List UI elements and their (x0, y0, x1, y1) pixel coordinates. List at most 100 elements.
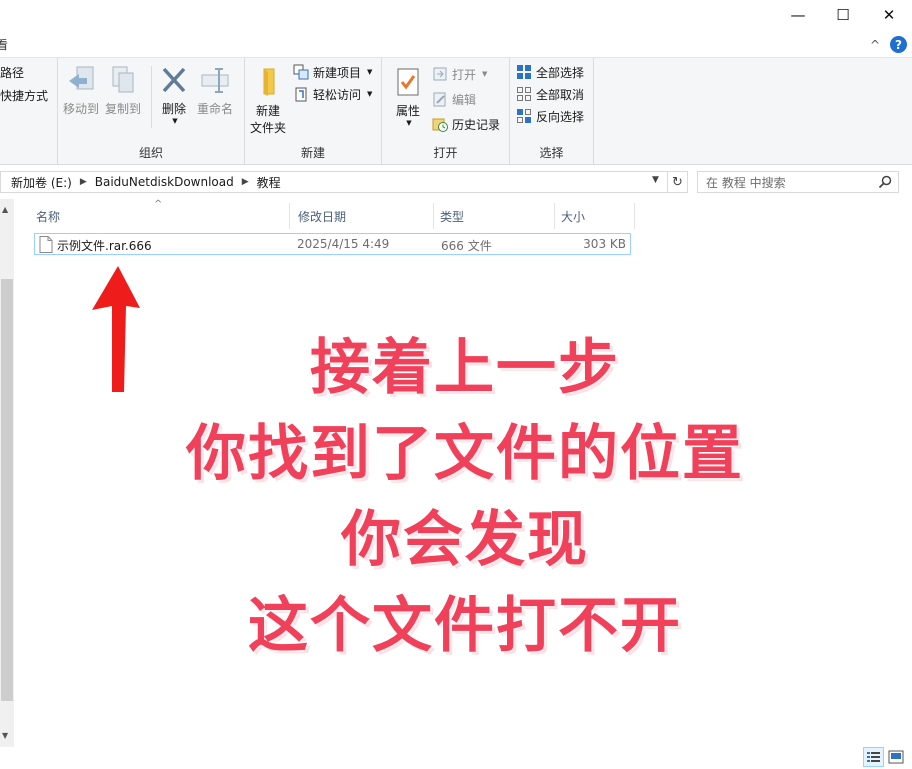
paste-shortcut-label: 快捷方式 (0, 88, 49, 103)
new-folder-label-2: 文件夹 (250, 121, 287, 135)
details-view-button[interactable] (863, 747, 884, 767)
properties-dropdown-icon[interactable]: ▼ (406, 119, 411, 127)
column-header-modified-label: 修改日期 (298, 209, 347, 224)
easy-access-icon (295, 87, 307, 102)
column-header-name-label: 名称 (36, 209, 61, 224)
clipboard-group: 路径 快捷方式 (0, 58, 58, 165)
easy-access-button[interactable]: 轻松访问 ▼ (293, 84, 372, 104)
large-icons-view-icon[interactable] (888, 749, 904, 765)
copy-to-button[interactable]: 复制到 (105, 64, 141, 117)
new-folder-button[interactable]: 新建 文件夹 (250, 66, 286, 136)
open-dropdown-icon: ▼ (482, 70, 488, 78)
edit-icon (433, 92, 446, 107)
open-button[interactable]: 打开 ▼ (432, 64, 487, 84)
organize-group-label: 组织 (138, 146, 163, 160)
close-button[interactable]: ✕ (866, 0, 912, 30)
properties-button[interactable]: 属性 ▼ (392, 66, 424, 127)
address-bar[interactable]: 新加卷 (E:) ▶ BaiduNetdiskDownload ▶ 教程 (0, 171, 668, 193)
new-group: 新建 文件夹 新建项目 ▼ 轻松访问 ▼ 新建 (245, 58, 382, 165)
ribbon-tab-row: 看 ^ ? (0, 32, 912, 58)
scroll-thumb[interactable] (1, 279, 13, 701)
refresh-icon: ↻ (672, 174, 683, 190)
column-header-modified[interactable]: 修改日期 (280, 203, 434, 229)
select-group: 全部选择 全部取消 反向选择 选择 (510, 58, 594, 165)
scroll-up-icon[interactable]: ▲ (2, 205, 8, 214)
history-label: 历史记录 (452, 117, 501, 132)
red-arrow-icon (92, 266, 140, 392)
new-folder-icon (263, 68, 275, 96)
properties-label: 属性 (395, 104, 420, 118)
new-item-dropdown-icon: ▼ (367, 68, 373, 76)
overlay-line-2: 你找到了文件的位置 (186, 419, 744, 489)
history-button[interactable]: 历史记录 (432, 114, 500, 134)
column-header-name[interactable]: 名称 (18, 203, 290, 229)
file-modified: 2025/4/15 4:49 (297, 237, 390, 251)
delete-label: 删除 (161, 102, 186, 116)
open-icon (433, 67, 447, 81)
file-type: 666 文件 (441, 239, 492, 253)
paste-shortcut-button[interactable]: 快捷方式 (0, 85, 48, 105)
minimize-button[interactable]: — (775, 0, 821, 30)
move-to-label: 移动到 (63, 102, 100, 116)
overlay-line-4: 这个文件打不开 (248, 591, 682, 661)
open-label: 打开 (452, 67, 477, 82)
status-bar (0, 747, 912, 769)
edit-button[interactable]: 编辑 (432, 89, 476, 109)
file-size: 303 KB (583, 237, 626, 251)
search-input[interactable]: 在 教程 中搜索 (706, 174, 786, 191)
navigation-pane-scrollbar[interactable]: ▲ ▼ (0, 199, 14, 747)
select-none-label: 全部取消 (536, 87, 585, 102)
new-item-icon (293, 64, 309, 80)
new-item-button[interactable]: 新建项目 ▼ (293, 62, 372, 82)
rename-button[interactable]: 重命名 (197, 64, 233, 117)
overlay-line-3: 你会发现 (341, 505, 589, 575)
details-view-icon (867, 752, 880, 762)
refresh-button[interactable]: ↻ (668, 171, 688, 193)
column-header-type-label: 类型 (440, 209, 465, 224)
table-row[interactable]: 示例文件.rar.666 2025/4/15 4:49 666 文件 303 K… (34, 233, 631, 255)
new-folder-label-1: 新建 (256, 104, 281, 118)
invert-selection-icon (517, 109, 531, 123)
select-all-label: 全部选择 (536, 65, 585, 80)
select-none-button[interactable]: 全部取消 (516, 84, 584, 104)
breadcrumb-current[interactable]: 教程 (257, 174, 281, 191)
new-item-label: 新建项目 (313, 65, 362, 80)
address-history-chevron-icon[interactable]: ▼ (652, 175, 659, 185)
easy-access-label: 轻松访问 (313, 87, 362, 102)
breadcrumb-folder[interactable]: BaiduNetdiskDownload (95, 175, 234, 189)
delete-dropdown-icon[interactable]: ▼ (172, 117, 177, 125)
edit-label: 编辑 (452, 92, 477, 107)
breadcrumb-separator-icon[interactable]: ▶ (80, 177, 87, 187)
tab-view[interactable]: 看 (0, 36, 8, 53)
ribbon-collapse-chevron-icon[interactable]: ^ (870, 38, 880, 52)
column-header-type[interactable]: 类型 (422, 203, 555, 229)
copy-to-icon (112, 66, 134, 93)
rename-label: 重命名 (197, 102, 234, 116)
delete-button[interactable]: 删除 ▼ (158, 64, 190, 125)
maximize-button[interactable]: ☐ (820, 0, 866, 30)
breadcrumb-drive[interactable]: 新加卷 (E:) (11, 174, 72, 191)
delete-icon (162, 67, 186, 93)
search-box[interactable]: 在 教程 中搜索 (697, 171, 899, 193)
file-name[interactable]: 示例文件.rar.666 (57, 237, 152, 254)
file-icon (39, 236, 53, 253)
help-icon[interactable]: ? (890, 36, 907, 53)
invert-selection-button[interactable]: 反向选择 (516, 106, 584, 126)
search-icon[interactable] (878, 175, 892, 189)
scroll-down-icon[interactable]: ▼ (2, 731, 8, 740)
column-header-size[interactable]: 大小 (543, 203, 635, 229)
move-to-button[interactable]: 移动到 (63, 64, 99, 117)
breadcrumb-separator-icon[interactable]: ▶ (242, 177, 249, 187)
select-all-icon (517, 65, 531, 79)
invert-selection-label: 反向选择 (536, 109, 585, 124)
history-icon (432, 118, 448, 132)
ribbon: 路径 快捷方式 移动到 复制到 删除 ▼ 重命名 组织 新建 文件夹 新建项目 … (0, 58, 912, 165)
select-group-label: 选择 (539, 146, 564, 160)
title-bar: — ☐ ✕ (0, 0, 912, 32)
overlay-line-1: 接着上一步 (310, 333, 620, 403)
organize-divider (151, 66, 152, 128)
open-group: 属性 ▼ 打开 ▼ 编辑 历史记录 打开 (382, 58, 510, 165)
new-group-label: 新建 (300, 146, 325, 160)
select-all-button[interactable]: 全部选择 (516, 62, 584, 82)
copy-path-button[interactable]: 路径 (0, 62, 24, 82)
